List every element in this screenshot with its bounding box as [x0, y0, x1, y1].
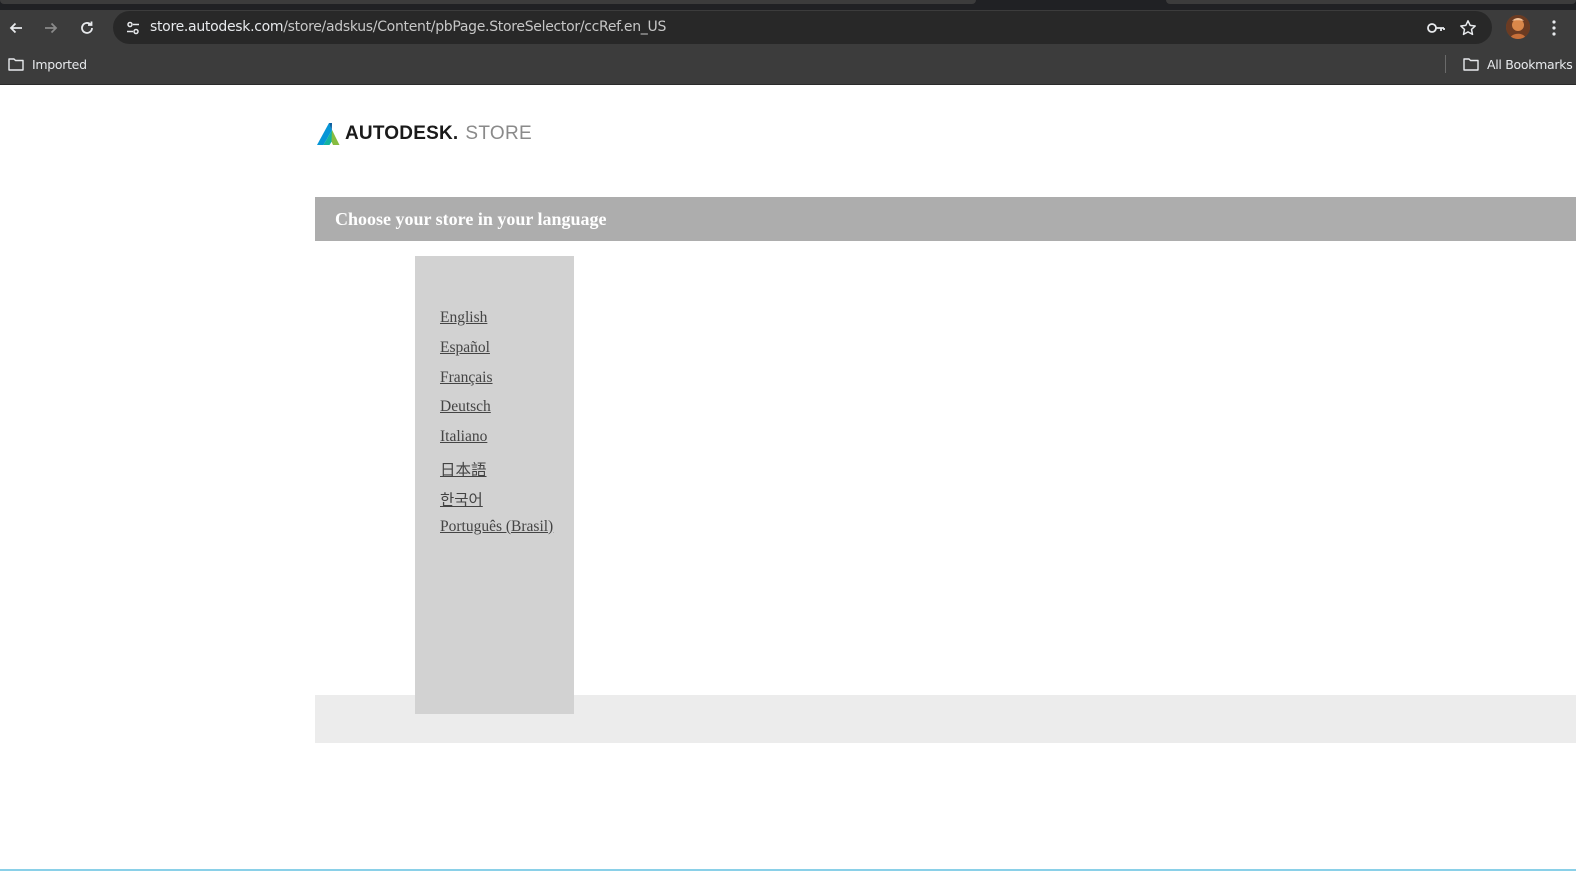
list-item: 日本語	[440, 458, 553, 488]
back-arrow-icon	[9, 22, 22, 34]
bookmark-star-button[interactable]	[1454, 14, 1482, 42]
profile-avatar[interactable]	[1506, 15, 1530, 39]
star-icon	[1460, 20, 1476, 36]
profile-avatar-icon	[1506, 15, 1530, 39]
back-button[interactable]	[2, 14, 30, 42]
folder-icon	[8, 58, 24, 71]
more-vertical-icon	[1552, 20, 1556, 36]
folder-icon	[1463, 58, 1479, 71]
autodesk-logo-icon	[317, 123, 340, 145]
list-item: English	[440, 309, 553, 339]
list-item: Português (Brasil)	[440, 518, 553, 548]
language-link-francais[interactable]: Français	[440, 369, 493, 386]
logo-store-text: STORE	[465, 123, 532, 144]
browser-toolbar: store.autodesk.com/store/adskus/Content/…	[0, 10, 1576, 45]
other-tab-edge[interactable]	[1166, 0, 1576, 4]
list-item: Español	[440, 339, 553, 369]
reload-button[interactable]	[73, 14, 101, 42]
list-item: Italiano	[440, 428, 553, 458]
url-host: store.autodesk.com	[150, 19, 284, 35]
address-bar[interactable]: store.autodesk.com/store/adskus/Content/…	[113, 11, 1492, 44]
page-content: AUTODESK. STORE Choose your store in you…	[0, 85, 1576, 876]
reload-icon	[81, 21, 93, 34]
password-key-button[interactable]	[1422, 14, 1450, 42]
tune-icon	[127, 21, 139, 35]
url-text[interactable]: store.autodesk.com/store/adskus/Content/…	[150, 19, 666, 35]
language-link-portugues-brasil[interactable]: Português (Brasil)	[440, 518, 553, 535]
language-link-deutsch[interactable]: Deutsch	[440, 398, 491, 415]
bookmarks-divider	[1445, 55, 1446, 73]
page-title: Choose your store in your language	[335, 209, 607, 229]
language-link-italiano[interactable]: Italiano	[440, 428, 487, 445]
language-link-korean[interactable]: 한국어	[440, 492, 483, 509]
forward-arrow-icon	[45, 22, 58, 34]
key-icon	[1427, 23, 1445, 33]
active-tab-edge[interactable]	[0, 0, 976, 4]
language-link-japanese[interactable]: 日本語	[440, 462, 487, 479]
bookmark-folder-label: Imported	[32, 56, 87, 72]
list-item: Français	[440, 369, 553, 399]
list-item: Deutsch	[440, 398, 553, 428]
bookmark-folder-imported[interactable]: Imported	[8, 53, 87, 75]
autodesk-store-logo[interactable]: AUTODESK. STORE	[316, 121, 532, 147]
bottom-accent-line	[0, 869, 1576, 871]
site-info-button[interactable]	[119, 14, 147, 42]
language-list: English Español Français Deutsch Italian…	[440, 309, 553, 547]
list-item: 한국어	[440, 488, 553, 518]
bookmarks-bar: Imported All Bookmarks	[0, 45, 1576, 85]
language-link-english[interactable]: English	[440, 309, 487, 326]
language-panel: English Español Français Deutsch Italian…	[415, 256, 574, 714]
tab-strip	[0, 0, 1576, 10]
store-selector-header: Choose your store in your language	[315, 197, 1576, 241]
browser-menu-button[interactable]	[1540, 14, 1568, 42]
url-path: /store/adskus/Content/pbPage.StoreSelect…	[283, 19, 667, 35]
bookmark-folder-all[interactable]: All Bookmarks	[1463, 53, 1573, 75]
forward-button[interactable]	[37, 14, 65, 42]
logo-brand-text: AUTODESK.	[345, 123, 459, 144]
language-link-espanol[interactable]: Español	[440, 339, 490, 356]
all-bookmarks-label: All Bookmarks	[1487, 56, 1573, 72]
